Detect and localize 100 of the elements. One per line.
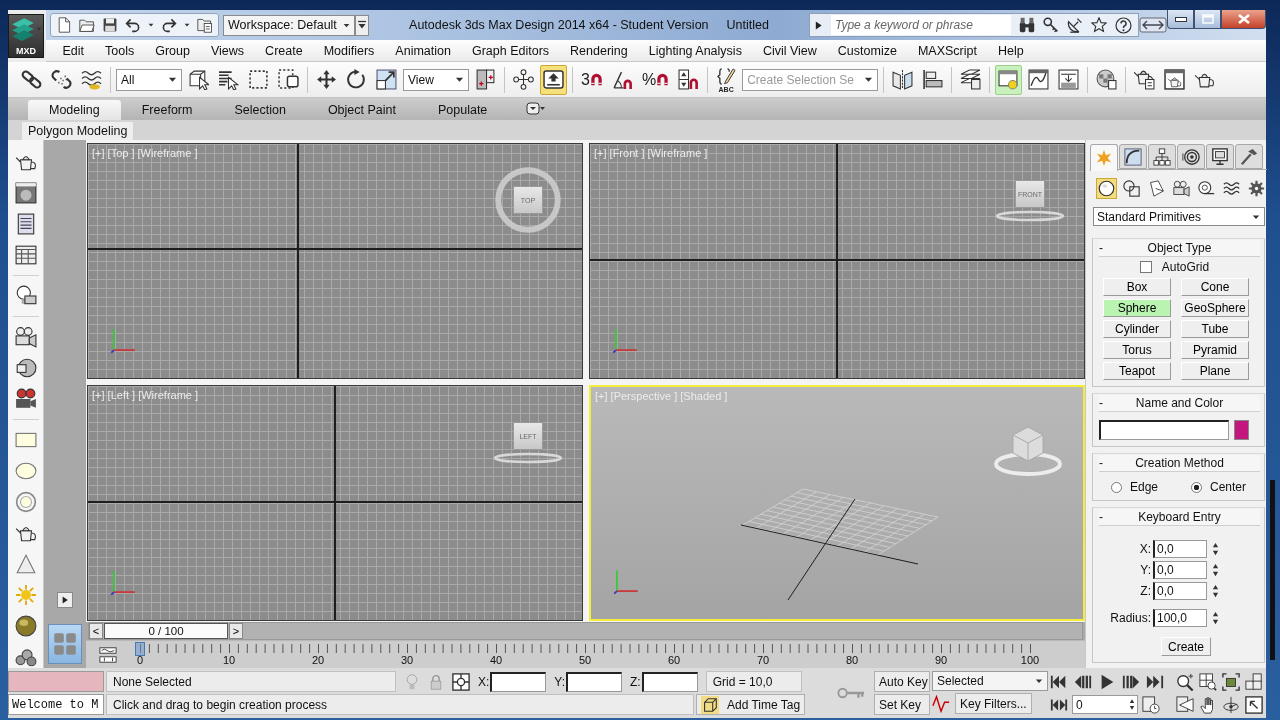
collapse-toggle[interactable]: - [1099,456,1113,470]
workspace-dropdown[interactable]: Workspace: Default [223,14,355,36]
menu-item[interactable]: Modifiers [313,41,385,60]
snap-button[interactable]: 3 [578,64,606,95]
primitive-button[interactable]: Plane [1181,362,1249,380]
key-filters-button[interactable]: Key Filters... [955,693,1032,714]
auto-key-button[interactable]: Auto Key [874,671,930,692]
menu-item[interactable]: Help [987,41,1035,60]
menu-item[interactable]: Edit [52,41,95,60]
page-icon[interactable] [56,17,72,33]
folder-icon[interactable] [79,17,95,33]
film-camera-icon[interactable] [14,388,37,410]
primitive-button[interactable]: Cylinder [1103,320,1171,338]
spinner-arrows-icon[interactable] [1212,584,1219,598]
create-button[interactable]: Create [1161,637,1211,656]
cube-frame-icon[interactable] [1222,672,1240,691]
next-frame-button[interactable]: > [229,623,243,639]
caret-icon[interactable] [184,22,190,28]
maximize-button[interactable] [1194,10,1221,29]
toolbar-dropdown[interactable]: All [116,68,182,91]
panel-tab[interactable] [1148,144,1176,169]
primitive-button[interactable]: Teapot [1103,362,1171,380]
primitive-button[interactable]: GeoSphere [1181,299,1249,317]
camera-sphere-icon[interactable] [14,357,37,379]
collapse-toggle[interactable]: - [1099,510,1113,524]
set-key-button[interactable]: Set Key [874,694,930,715]
current-frame-marker[interactable] [135,642,145,656]
zoom-icon[interactable] [1176,672,1194,691]
orbit-icon[interactable] [1222,695,1240,714]
number-field[interactable]: 0,0 [1153,582,1207,600]
panel-tab[interactable] [1235,144,1263,169]
radio-button[interactable] [1190,481,1202,493]
mini-curve-icon[interactable] [99,646,117,664]
rollout-header[interactable]: - Keyboard Entry [1099,509,1260,526]
coordinate-field[interactable] [490,671,547,692]
listener-input[interactable] [8,671,104,692]
number-field[interactable]: 0,0 [1153,540,1207,558]
primitive-button[interactable]: Cone [1181,278,1249,296]
caret-icon[interactable] [148,22,154,28]
number-field[interactable]: 100,0 [1153,609,1207,627]
sphere-window-icon[interactable] [14,182,37,204]
coordinate-field[interactable] [641,671,698,692]
panel-tab[interactable] [1177,144,1205,169]
number-field[interactable]: 0,0 [1153,561,1207,579]
toolbar-button[interactable] [540,64,567,95]
key-mode-dropdown[interactable]: Selected [932,671,1048,691]
rollout-header[interactable]: - Object Type [1099,240,1260,257]
radio-button[interactable] [1111,481,1122,493]
panel-tab[interactable] [1119,144,1147,169]
spinner-arrows-icon[interactable] [1212,563,1219,577]
ribbon-panel-tab[interactable]: Polygon Modeling [22,122,134,140]
previous-frame-button[interactable]: < [89,623,103,639]
category-button[interactable] [1171,178,1192,199]
spinner-arrows-icon[interactable] [1129,698,1135,711]
menu-item[interactable]: Group [144,41,201,60]
primitive-button[interactable]: Pyramid [1181,341,1249,359]
checkbox[interactable] [1139,261,1152,273]
rollout-header[interactable]: - Name and Color [1099,395,1260,412]
category-dropdown[interactable]: Standard Primitives [1093,207,1265,226]
ribbon-tab[interactable]: Object Paint [306,100,417,120]
minimize-button[interactable] [1167,10,1194,29]
primitive-button[interactable]: Tube [1181,320,1249,338]
grid-window-icon[interactable] [14,244,37,266]
ribbon-tab[interactable]: Selection [213,100,307,120]
primitive-button[interactable]: Sphere [1103,299,1171,317]
category-button[interactable] [1246,178,1267,199]
menu-item[interactable]: Animation [384,41,462,60]
toolbar-dropdown[interactable]: View [403,68,469,91]
customize-button[interactable] [355,14,369,36]
triangle-icon[interactable] [14,553,37,575]
collapse-toggle[interactable]: - [1099,241,1113,255]
time-slider-thumb[interactable]: 0 / 100 [104,623,228,639]
folder-document-icon[interactable] [197,17,213,33]
menu-item[interactable]: Create [254,41,314,60]
primitive-button[interactable]: Box [1103,278,1171,296]
spinner-arrows-icon[interactable] [1212,611,1219,625]
coordinate-field[interactable] [566,671,623,692]
color-swatch[interactable] [1234,420,1249,440]
ball-icon[interactable] [14,615,37,637]
menu-item[interactable]: MAXScript [907,41,988,60]
category-button[interactable] [1096,178,1117,199]
menu-item[interactable]: Views [200,41,255,60]
snap-button[interactable]: % [638,64,673,95]
movie-camera-icon[interactable] [14,326,37,348]
panel-tab[interactable] [1206,144,1234,169]
application-button[interactable]: MXD [8,14,44,58]
tangent-curve-icon[interactable] [932,694,950,713]
spinner-arrows-icon[interactable] [1212,542,1219,556]
ellipse-icon[interactable] [14,460,37,482]
redo-arrow-icon[interactable] [161,17,177,33]
ribbon-tab[interactable]: Populate [416,100,509,120]
menu-item[interactable]: Civil View [752,41,828,60]
category-button[interactable] [1121,178,1142,199]
frame-field[interactable]: 0 [1072,695,1138,714]
ribbon-tab[interactable]: Freeform [120,100,214,120]
clock-window-icon[interactable] [1142,695,1160,714]
collapse-toggle[interactable]: - [1099,396,1113,410]
zoom-grid-icon[interactable] [1199,672,1217,691]
ring-icon[interactable] [14,491,37,513]
maximize-window-icon[interactable] [1245,695,1263,714]
